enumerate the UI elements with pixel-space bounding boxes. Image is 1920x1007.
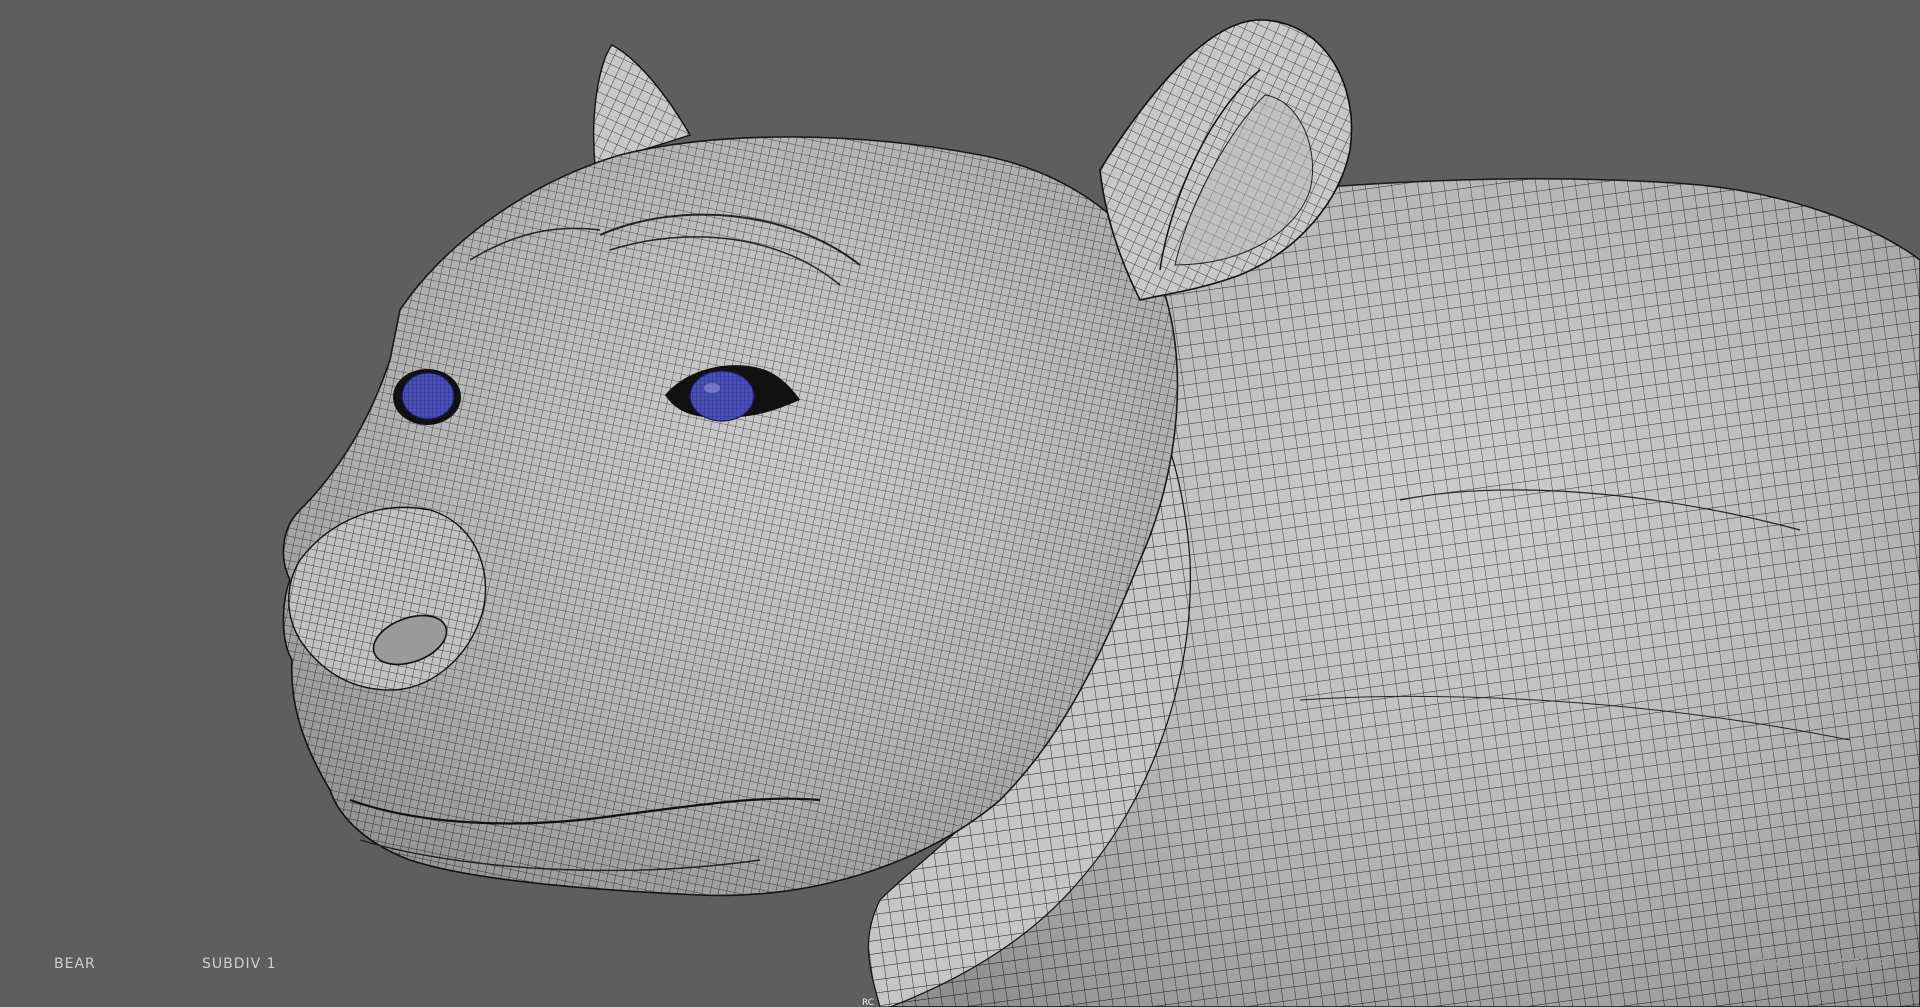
3d-viewport[interactable]: BEAR SUBDIV 1 CHRISTIAN LEITNER RC (0, 0, 1920, 1007)
center-mark-label: RC (862, 998, 875, 1007)
model-name-label: BEAR (54, 956, 96, 972)
subdiv-level-label: SUBDIV 1 (202, 956, 277, 972)
author-credit-label: CHRISTIAN LEITNER (1752, 957, 1888, 971)
eye-right (689, 370, 755, 422)
bear-wireframe-model (282, 19, 1920, 1007)
